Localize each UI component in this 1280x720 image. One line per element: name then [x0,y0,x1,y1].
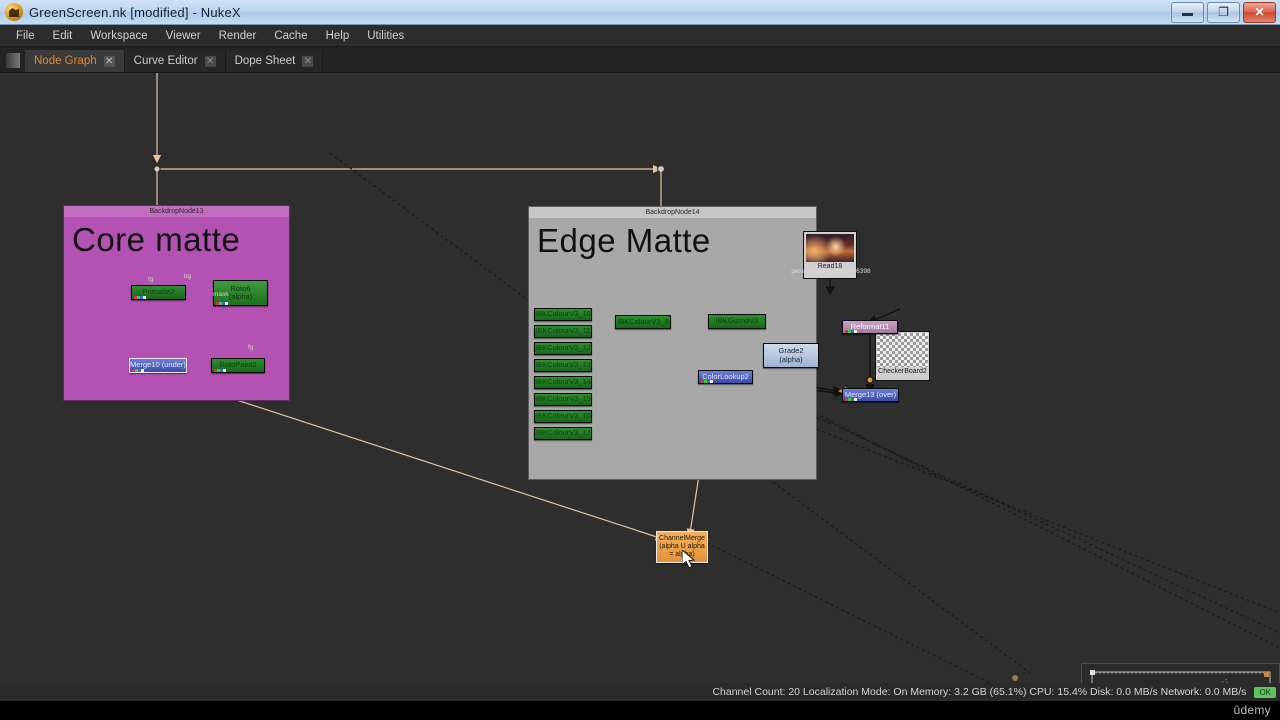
node-graph-canvas[interactable]: BackdropNode13 Core matte BackdropNode14… [0,73,1280,683]
node-checkerboard2[interactable]: CheckerBoard2 [875,331,930,381]
node-label: IBKColourV3_11 [535,326,591,336]
node-ibkcolourv3-13[interactable]: IBKColourV3_13 [534,359,592,372]
node-channel-chips [701,380,713,383]
window-controls: ❐ ✕ [1168,1,1276,23]
read18-thumbnail [806,234,854,262]
tab-node-graph-label: Node Graph [34,55,97,67]
status-badge: OK [1254,686,1276,698]
title-bar: GreenScreen.nk [modified] - NukeX ❐ ✕ [0,0,1280,25]
node-ibkgizmov3[interactable]: IBKGizmoV3 [708,314,766,329]
menu-bar: File Edit Workspace Viewer Render Cache … [0,25,1280,47]
node-channel-chips [845,398,857,401]
node-colorlookup2[interactable]: ColorLookup2 [698,370,753,384]
node-label: IBKColourV3_15 [535,394,591,404]
node-read18-filename: pexels-ralph-chang-866398 [791,268,871,275]
menu-cache[interactable]: Cache [265,28,316,44]
wire-label-bg2: bg [184,273,192,280]
node-label: IBKColourV3_10 [535,309,591,319]
node-ibkcolourv3-10[interactable]: IBKColourV3_10 [534,308,592,321]
tab-dope-sheet-label: Dope Sheet [234,55,296,67]
node-label: IBKColourV3_16 [535,411,591,421]
panel-grip-handle[interactable] [6,53,20,68]
node-primatte2-label: Primatte2 [142,287,175,297]
node-channel-chips [214,369,226,372]
menu-edit[interactable]: Edit [44,28,82,44]
close-icon[interactable]: ✕ [302,55,314,67]
bottom-letterbox [0,701,1280,720]
minimize-button[interactable] [1171,1,1204,23]
node-label: IBKGizmoV3 [715,316,759,326]
node-ibkcolourv3-8[interactable]: IBKColourV3_8 [615,315,671,329]
node-rotopaint2[interactable]: RotoPaint2 [211,358,265,373]
udemy-watermark: ûdemy [1233,703,1271,717]
node-primatte2[interactable]: Primatte2 [131,285,186,300]
window-title: GreenScreen.nk [modified] - NukeX [29,4,241,20]
close-button[interactable]: ✕ [1243,1,1276,23]
backdrop-edge-matte-title: Edge Matte [537,222,711,259]
tab-curve-editor-label: Curve Editor [133,55,198,67]
wire-label-fg: fg [248,344,254,351]
node-ibkcolourv3-15[interactable]: IBKColourV3_15 [534,393,592,406]
node-ibkcolourv3-17[interactable]: IBKColourV3_17 [534,427,592,440]
wire-label-mask: mask [213,291,229,298]
minimap-wires [1090,670,1271,683]
status-text: Channel Count: 20 Localization Mode: On … [712,686,1247,698]
menu-file[interactable]: File [7,28,44,44]
backdrop-edge-matte-nodename: BackdropNode14 [529,207,816,218]
nuke-app-icon [5,3,23,21]
mouse-cursor [682,550,696,569]
node-ibkcolourv3-12[interactable]: IBKColourV3_12 [534,342,592,355]
node-merge10[interactable]: Merge10 (under) [129,358,187,373]
close-icon[interactable]: ✕ [103,55,115,67]
node-ibkcolourv3-16[interactable]: IBKColourV3_16 [534,410,592,423]
node-label: IBKColourV3_14 [535,377,591,387]
backdrop-core-matte-nodename: BackdropNode13 [64,206,289,217]
node-merge13[interactable]: Merge13 (over) [842,388,899,402]
node-ibkcolourv3-14[interactable]: IBKColourV3_14 [534,376,592,389]
node-label: IBKColourV3_13 [535,360,591,370]
node-label: IBKColourV3_17 [535,428,591,438]
node-channel-chips [216,302,228,305]
tab-dope-sheet[interactable]: Dope Sheet ✕ [225,50,324,72]
tab-bar: Node Graph ✕ Curve Editor ✕ Dope Sheet ✕ [0,47,1280,73]
node-checkerboard2-label: CheckerBoard2 [878,368,927,375]
tab-node-graph[interactable]: Node Graph ✕ [25,50,125,72]
nukex-window: GreenScreen.nk [modified] - NukeX ❐ ✕ Fi… [0,0,1280,720]
menu-viewer[interactable]: Viewer [157,28,210,44]
node-graph-minimap[interactable] [1081,663,1280,683]
restore-button[interactable]: ❐ [1207,1,1240,23]
status-bar: Channel Count: 20 Localization Mode: On … [0,683,1280,701]
node-channel-chips [845,330,857,333]
wire-label-bg: fg [148,276,154,283]
backdrop-core-matte-title: Core matte [72,221,241,258]
node-read18[interactable]: Read18 pexels-ralph-chang-866398 [791,231,871,279]
node-grade2-label: Grade2 (alpha) [778,346,804,364]
menu-help[interactable]: Help [317,28,359,44]
node-roto6-label: Roto6 (alpha) [228,283,253,301]
node-ibkcolourv3-11[interactable]: IBKColourV3_11 [534,325,592,338]
menu-render[interactable]: Render [210,28,266,44]
menu-workspace[interactable]: Workspace [81,28,156,44]
node-label: IBKColourV3_8 [617,316,669,326]
node-reformat11[interactable]: Reformat11 [842,320,898,334]
close-icon[interactable]: ✕ [204,55,216,67]
node-channel-chips [134,296,146,299]
menu-utilities[interactable]: Utilities [358,28,413,44]
checkerboard-pattern [877,333,928,367]
node-grade2[interactable]: Grade2 (alpha) [763,343,819,368]
node-channel-chips [132,369,144,372]
tab-curve-editor[interactable]: Curve Editor ✕ [124,50,226,72]
node-label: IBKColourV3_12 [535,343,591,353]
